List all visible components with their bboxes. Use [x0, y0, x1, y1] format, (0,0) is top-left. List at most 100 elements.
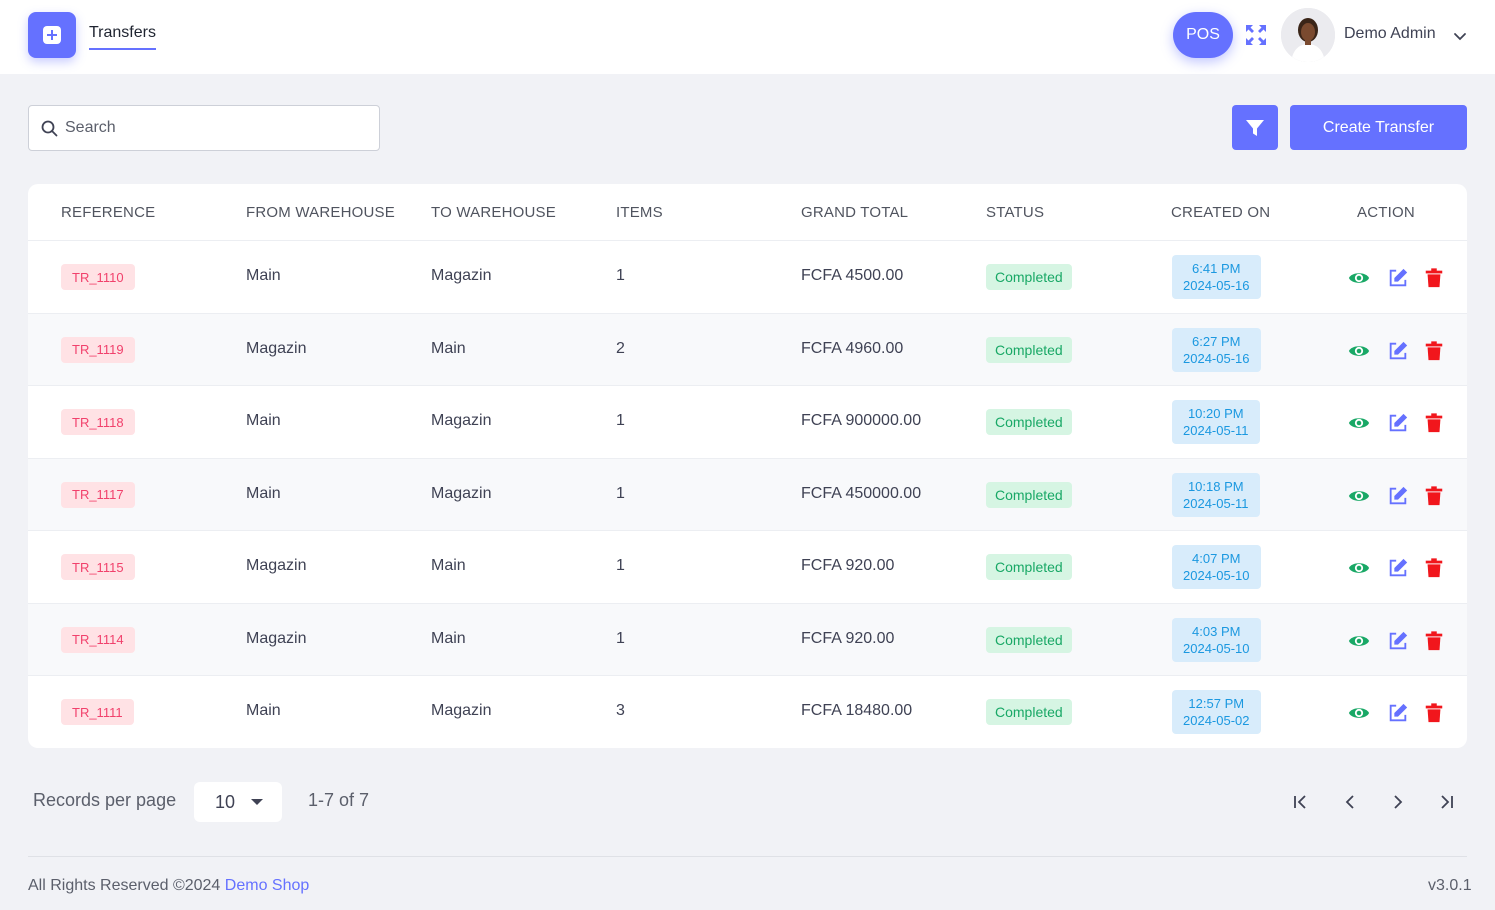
- created-on-badge: 6:27 PM 2024-05-16: [1172, 327, 1261, 372]
- fullscreen-icon[interactable]: [1245, 24, 1267, 46]
- created-on-badge: 4:07 PM 2024-05-10: [1172, 545, 1261, 589]
- to-warehouse: Main: [431, 629, 466, 647]
- eye-icon[interactable]: [1348, 340, 1370, 362]
- grand-total: FCFA 450000.00: [801, 484, 922, 502]
- status-badge: Completed: [986, 409, 1072, 435]
- column-from-warehouse[interactable]: FROM WAREHOUSE: [246, 204, 395, 221]
- shop-link[interactable]: Demo Shop: [225, 877, 310, 894]
- created-time: 12:57 PM: [1188, 696, 1245, 711]
- eye-icon[interactable]: [1348, 485, 1370, 507]
- table-header: REFERENCE FROM WAREHOUSE TO WAREHOUSE IT…: [28, 184, 1467, 241]
- column-to-warehouse[interactable]: TO WAREHOUSE: [431, 204, 556, 221]
- reference-badge: TR_1111: [61, 699, 134, 725]
- status-badge: Completed: [986, 699, 1072, 725]
- transfers-table: REFERENCE FROM WAREHOUSE TO WAREHOUSE IT…: [28, 184, 1467, 748]
- edit-icon[interactable]: [1387, 340, 1409, 362]
- created-time: 10:20 PM: [1187, 406, 1244, 421]
- items-count: 1: [616, 484, 625, 502]
- trash-icon[interactable]: [1423, 267, 1445, 289]
- eye-icon[interactable]: [1348, 267, 1370, 289]
- avatar[interactable]: [1281, 8, 1335, 62]
- trash-icon[interactable]: [1423, 702, 1445, 724]
- edit-icon[interactable]: [1387, 485, 1409, 507]
- from-warehouse: Main: [246, 267, 281, 284]
- column-action: ACTION: [1357, 204, 1415, 221]
- user-name[interactable]: Demo Admin: [1344, 25, 1436, 43]
- table-row: TR_1115 Magazin Main 1 FCFA 920.00 Compl…: [28, 531, 1467, 604]
- from-warehouse: Magazin: [246, 339, 307, 357]
- plus-square-icon: [43, 26, 61, 44]
- column-reference[interactable]: REFERENCE: [61, 204, 155, 221]
- page-title-tab[interactable]: Transfers: [89, 24, 156, 50]
- edit-icon[interactable]: [1387, 412, 1409, 434]
- to-warehouse: Magazin: [431, 702, 492, 719]
- items-count: 2: [616, 339, 625, 357]
- reference-badge: TR_1117: [61, 481, 135, 508]
- from-warehouse: Main: [246, 702, 281, 719]
- pagination-range: 1-7 of 7: [308, 790, 370, 810]
- trash-icon[interactable]: [1423, 557, 1445, 579]
- reference-badge: TR_1119: [61, 336, 135, 363]
- edit-icon[interactable]: [1387, 267, 1409, 289]
- column-grand-total[interactable]: GRAND TOTAL: [801, 204, 908, 221]
- records-per-page-value: 10: [215, 792, 236, 812]
- create-transfer-button[interactable]: Create Transfer: [1290, 105, 1467, 150]
- reference-badge: TR_1115: [61, 554, 135, 580]
- trash-icon[interactable]: [1423, 340, 1445, 362]
- records-per-page-label: Records per page: [33, 790, 177, 810]
- search-input[interactable]: [65, 116, 365, 140]
- menu-toggle-button[interactable]: [28, 12, 76, 58]
- chevron-down-icon[interactable]: [1452, 28, 1468, 44]
- table-row: TR_1118 Main Magazin 1 FCFA 900000.00 Co…: [28, 386, 1467, 459]
- prev-page-icon[interactable]: [1341, 793, 1359, 811]
- last-page-icon[interactable]: [1437, 793, 1455, 811]
- from-warehouse: Main: [246, 412, 281, 429]
- footer-copyright: All Rights Reserved ©2024 Demo Shop: [28, 877, 309, 895]
- column-created-on[interactable]: CREATED ON: [1171, 204, 1270, 221]
- eye-icon[interactable]: [1348, 557, 1370, 579]
- table-row: TR_1114 Magazin Main 1 FCFA 920.00 Compl…: [28, 603, 1467, 676]
- status-badge: Completed: [986, 264, 1072, 290]
- grand-total: FCFA 920.00: [801, 629, 895, 647]
- eye-icon[interactable]: [1348, 412, 1370, 434]
- copyright-text: All Rights Reserved ©2024: [28, 877, 225, 894]
- grand-total: FCFA 18480.00: [801, 702, 913, 719]
- filter-icon: [1246, 119, 1264, 136]
- grand-total: FCFA 900000.00: [801, 412, 922, 429]
- column-items[interactable]: ITEMS: [616, 204, 663, 221]
- grand-total: FCFA 4500.00: [801, 267, 904, 284]
- edit-icon[interactable]: [1387, 630, 1409, 652]
- created-on-badge: 6:41 PM 2024-05-16: [1172, 255, 1261, 299]
- created-on-badge: 10:20 PM 2024-05-11: [1172, 400, 1260, 444]
- status-badge: Completed: [986, 554, 1072, 580]
- filter-button[interactable]: [1232, 105, 1278, 150]
- app-version: v3.0.1: [1428, 877, 1472, 894]
- created-on-badge: 12:57 PM 2024-05-02: [1172, 690, 1261, 734]
- to-warehouse: Magazin: [431, 484, 492, 502]
- to-warehouse: Main: [431, 339, 466, 357]
- items-count: 1: [616, 412, 625, 429]
- to-warehouse: Main: [431, 557, 466, 574]
- edit-icon[interactable]: [1387, 557, 1409, 579]
- next-page-icon[interactable]: [1389, 793, 1407, 811]
- pos-button[interactable]: POS: [1173, 12, 1233, 58]
- created-time: 4:03 PM: [1192, 623, 1241, 639]
- table-row: TR_1119 Magazin Main 2 FCFA 4960.00 Comp…: [28, 313, 1467, 386]
- first-page-icon[interactable]: [1292, 793, 1310, 811]
- top-navbar: Transfers POS Demo Admin: [0, 0, 1495, 74]
- table-row: TR_1111 Main Magazin 3 FCFA 18480.00 Com…: [28, 676, 1467, 748]
- records-per-page-select[interactable]: 10: [194, 782, 282, 822]
- status-badge: Completed: [986, 626, 1072, 653]
- trash-icon[interactable]: [1423, 485, 1445, 507]
- column-status[interactable]: STATUS: [986, 204, 1044, 221]
- trash-icon[interactable]: [1423, 630, 1445, 652]
- eye-icon[interactable]: [1348, 702, 1370, 724]
- reference-badge: TR_1114: [61, 626, 135, 653]
- items-count: 1: [616, 557, 625, 574]
- from-warehouse: Main: [246, 484, 281, 502]
- edit-icon[interactable]: [1387, 702, 1409, 724]
- trash-icon[interactable]: [1423, 412, 1445, 434]
- eye-icon[interactable]: [1348, 630, 1370, 652]
- reference-badge: TR_1118: [61, 409, 135, 435]
- search-field[interactable]: [28, 105, 380, 151]
